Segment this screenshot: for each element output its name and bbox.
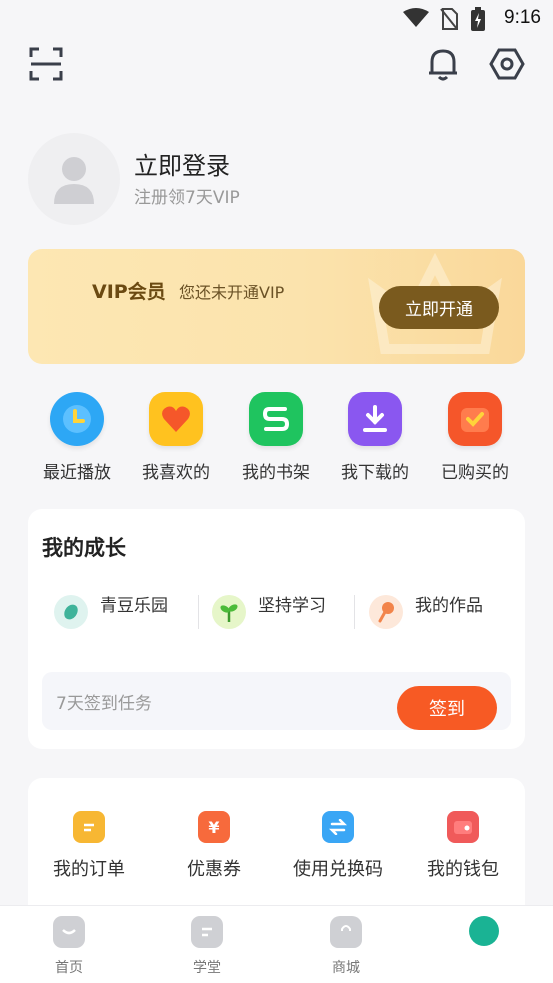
nav-me[interactable] — [444, 916, 524, 955]
bottom-nav: 首页 学堂 商城 — [0, 905, 553, 983]
clock-icon — [50, 392, 104, 446]
settings-icon[interactable] — [487, 44, 527, 84]
service-label: 我的钱包 — [427, 859, 499, 880]
avatar[interactable] — [28, 133, 120, 225]
purchased-icon — [448, 392, 502, 446]
nav-label: 商城 — [332, 960, 360, 976]
vip-title: VIP会员 — [92, 281, 166, 303]
divider — [354, 595, 355, 629]
nav-label: 首页 — [55, 960, 83, 976]
status-bar: 9:16 — [0, 0, 553, 36]
battery-charging-icon — [471, 7, 485, 31]
school-icon — [191, 916, 223, 948]
exchange-icon — [322, 811, 354, 843]
download-icon — [348, 392, 402, 446]
quick-action-label: 我喜欢的 — [142, 463, 210, 483]
quick-action-label: 最近播放 — [43, 463, 111, 483]
quick-action-liked[interactable]: 我喜欢的 — [121, 392, 231, 483]
nav-school[interactable]: 学堂 — [167, 916, 247, 977]
quick-action-label: 已购买的 — [441, 463, 509, 483]
nav-home[interactable]: 首页 — [29, 916, 109, 977]
shop-bag-icon — [330, 916, 362, 948]
growth-item-works[interactable]: 我的作品 — [369, 591, 483, 629]
growth-item-label: 青豆乐园 — [100, 596, 168, 616]
open-vip-button[interactable]: 立即开通 — [379, 286, 499, 329]
user-placeholder-icon — [54, 157, 94, 204]
home-icon — [53, 916, 85, 948]
quick-action-label: 我下载的 — [341, 463, 409, 483]
wallet-icon — [447, 811, 479, 843]
quick-action-label: 我的书架 — [242, 463, 310, 483]
service-redeem-code[interactable]: 使用兑换码 — [283, 811, 393, 881]
wifi-icon — [403, 8, 429, 27]
bookshelf-icon — [249, 392, 303, 446]
service-coupons[interactable]: ¥ 优惠券 — [159, 811, 269, 881]
growth-item-label: 我的作品 — [415, 596, 483, 616]
sign-in-task-text: 7天签到任务 — [56, 694, 152, 714]
order-icon — [73, 811, 105, 843]
service-label: 使用兑换码 — [293, 859, 383, 880]
growth-item-label: 坚持学习 — [258, 596, 326, 616]
login-title[interactable]: 立即登录 — [134, 146, 230, 181]
no-sim-icon — [440, 8, 458, 30]
quick-action-purchased[interactable]: 已购买的 — [420, 392, 530, 483]
service-label: 我的订单 — [53, 859, 125, 880]
me-icon — [469, 916, 499, 946]
nav-shop[interactable]: 商城 — [306, 916, 386, 977]
vip-desc: 您还未开通VIP — [179, 283, 285, 302]
nav-label: 学堂 — [193, 960, 221, 976]
growth-title: 我的成长 — [42, 536, 126, 560]
sign-in-button[interactable]: 签到 — [397, 686, 497, 730]
growth-item-bean-park[interactable]: 青豆乐园 — [54, 591, 168, 629]
growth-item-study[interactable]: 坚持学习 — [212, 591, 326, 629]
service-label: 优惠券 — [187, 859, 241, 880]
bell-icon[interactable] — [423, 44, 463, 84]
bean-icon — [54, 595, 88, 629]
quick-action-bookshelf[interactable]: 我的书架 — [221, 392, 331, 483]
coupon-icon: ¥ — [198, 811, 230, 843]
service-wallet[interactable]: 我的钱包 — [408, 811, 518, 881]
quick-action-downloads[interactable]: 我下载的 — [320, 392, 430, 483]
divider — [198, 595, 199, 629]
quick-action-recent[interactable]: 最近播放 — [22, 392, 132, 483]
login-subtitle: 注册领7天VIP — [134, 188, 240, 208]
microphone-icon — [369, 595, 403, 629]
vip-card[interactable]: VIP会员 您还未开通VIP 立即开通 — [28, 249, 525, 364]
sign-in-task-row: 7天签到任务 签到 — [42, 672, 511, 730]
heart-icon — [149, 392, 203, 446]
sprout-icon — [212, 595, 246, 629]
scan-icon[interactable] — [26, 44, 66, 84]
status-time: 9:16 — [504, 7, 541, 28]
growth-card: 我的成长 青豆乐园 坚持学习 我的作品 7天签到任务 签到 — [28, 509, 525, 749]
service-orders[interactable]: 我的订单 — [34, 811, 144, 881]
